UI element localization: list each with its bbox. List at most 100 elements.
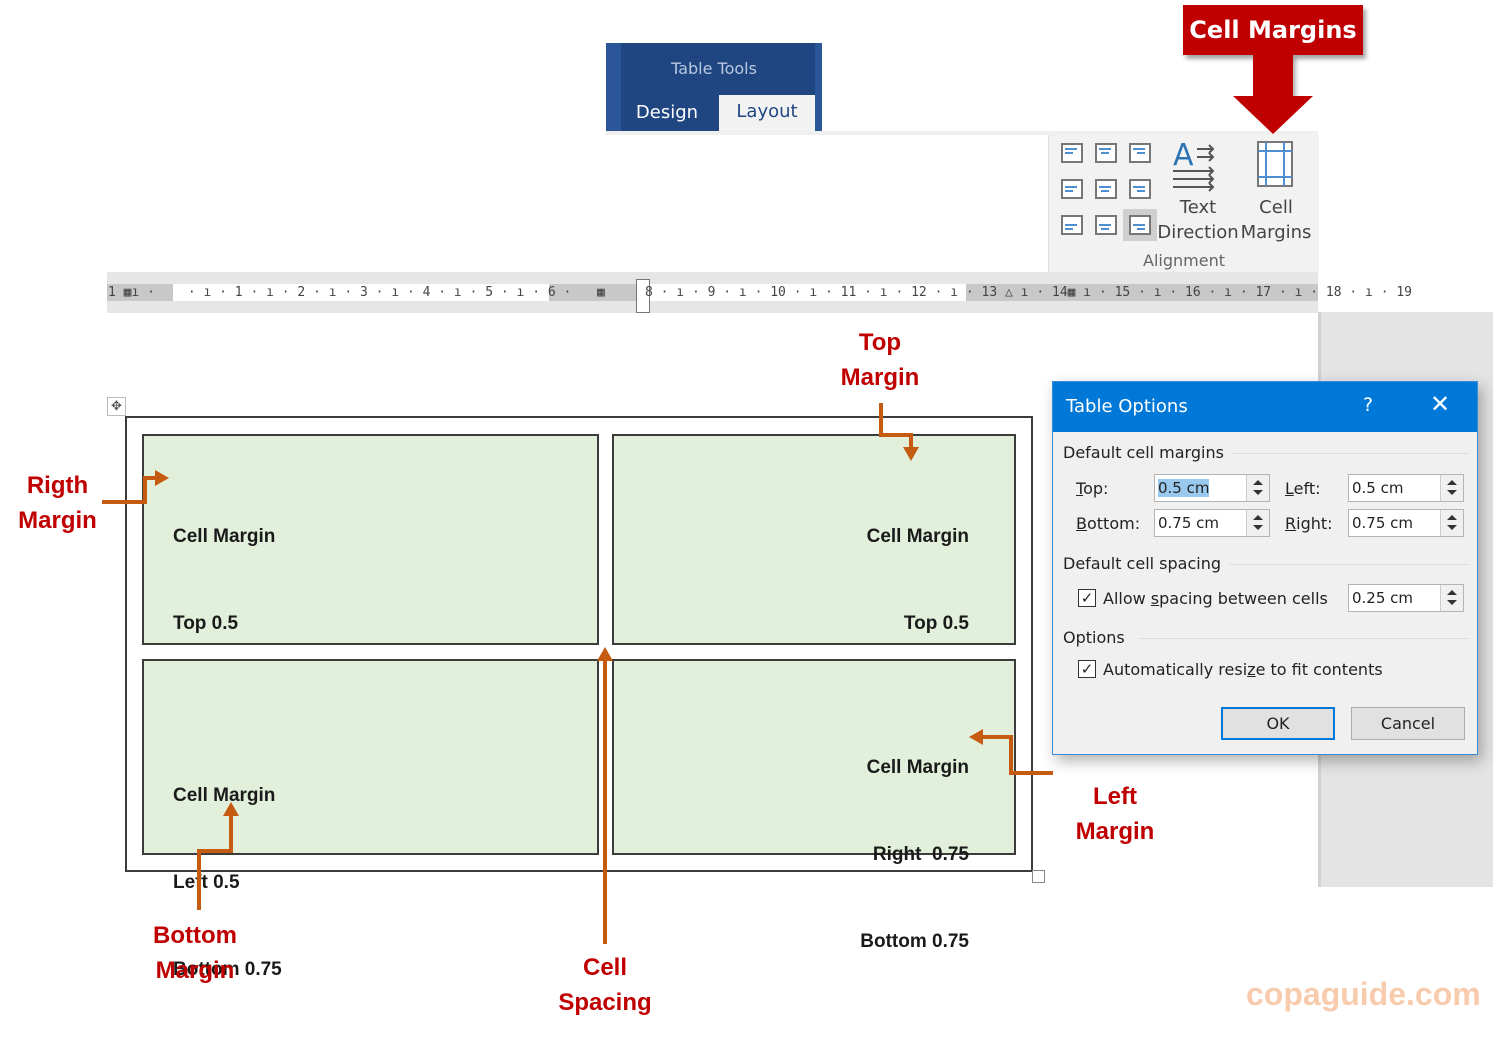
bottom-margin-input[interactable]: 0.75 cm <box>1154 509 1270 537</box>
close-icon[interactable]: ✕ <box>1430 390 1450 418</box>
auto-resize-checkbox[interactable]: ✓ <box>1078 660 1096 678</box>
align-bottom-center-button[interactable] <box>1093 213 1119 237</box>
cell-margins-button[interactable]: Cell Margins <box>1239 195 1313 245</box>
right-margin-annotation: Rigth Margin <box>10 468 105 538</box>
text-direction-label-1: Text <box>1179 197 1217 218</box>
right-margin-spinner[interactable] <box>1440 510 1463 536</box>
access-key: B <box>1076 514 1087 533</box>
arrow-segment <box>143 476 155 480</box>
cell-spacing-value: 0.25 cm <box>1352 589 1414 607</box>
access-key: T <box>1076 479 1084 498</box>
ruler-mid-text: ▦ <box>597 285 605 300</box>
align-center-left-button[interactable] <box>1059 177 1085 201</box>
divider <box>1231 453 1469 454</box>
arrow-segment <box>229 815 233 853</box>
align-center-button[interactable] <box>1093 177 1119 201</box>
arrow-right-icon <box>155 470 169 486</box>
label-text: e to fit contents <box>1255 660 1383 679</box>
align-bottom-right-button[interactable] <box>1123 209 1157 241</box>
table-cell[interactable]: Cell Margin Top 0.5 Right 0.75 <box>612 434 1016 721</box>
spin-up-icon[interactable] <box>1447 590 1457 595</box>
bottom-margin-annotation: Bottom Margin <box>140 918 250 988</box>
cancel-button[interactable]: Cancel <box>1351 707 1465 740</box>
top-margin-spinner[interactable] <box>1246 475 1269 501</box>
callout-arrow-shaft <box>1253 55 1293 97</box>
left-label: Left: <box>1285 479 1321 498</box>
help-button[interactable]: ? <box>1363 394 1373 416</box>
cell-line: Left 0.5 <box>173 872 240 893</box>
allow-spacing-checkbox[interactable]: ✓ <box>1078 589 1096 607</box>
ok-button[interactable]: OK <box>1221 707 1335 740</box>
access-key: L <box>1285 479 1294 498</box>
annotation-line: Spacing <box>558 989 652 1016</box>
text-direction-label-2: Direction <box>1157 222 1239 243</box>
arrow-up-icon <box>223 802 239 816</box>
cell-margins-icon <box>1257 141 1293 189</box>
arrow-segment <box>909 433 913 447</box>
allow-spacing-label[interactable]: Allow spacing between cells <box>1103 589 1328 608</box>
left-margin-annotation: Left Margin <box>1065 779 1165 849</box>
spin-down-icon[interactable] <box>1253 490 1263 495</box>
align-top-left-button[interactable] <box>1059 141 1085 165</box>
top-label: Top: <box>1076 479 1108 498</box>
left-margin-input[interactable]: 0.5 cm <box>1348 474 1464 502</box>
ruler-main-text: · ı · 1 · ı · 2 · ı · 3 · ı · 4 · ı · 5 … <box>180 285 572 300</box>
spin-down-icon[interactable] <box>1447 490 1457 495</box>
cell-text: Cell Margin Right 0.75 Bottom 0.75 <box>860 695 969 1014</box>
arrow-up-icon <box>597 647 613 661</box>
table: Cell Margin Top 0.5 Left 0.5 Cell Margin… <box>125 416 1033 980</box>
svg-text:A: A <box>1173 138 1194 173</box>
tab-layout[interactable]: Layout <box>719 95 815 131</box>
cell-spacing-input[interactable]: 0.25 cm <box>1348 584 1464 612</box>
table-cell[interactable]: Cell Margin Top 0.5 Left 0.5 <box>142 434 599 721</box>
spin-down-icon[interactable] <box>1253 525 1263 530</box>
top-margin-input[interactable]: 0.5 cm <box>1154 474 1270 502</box>
spin-down-icon[interactable] <box>1447 525 1457 530</box>
align-top-right-button[interactable] <box>1127 141 1153 165</box>
bottom-margin-value: 0.75 cm <box>1158 514 1220 532</box>
cell-margins-callout: Cell Margins <box>1183 5 1363 55</box>
top-margin-value: 0.5 cm <box>1158 479 1210 497</box>
cell-spacing-spinner[interactable] <box>1440 585 1463 611</box>
spin-up-icon[interactable] <box>1253 515 1263 520</box>
spin-up-icon[interactable] <box>1447 515 1457 520</box>
label-text: Allow <box>1103 589 1151 608</box>
text-direction-button[interactable]: Text Direction <box>1155 195 1241 245</box>
spin-up-icon[interactable] <box>1253 480 1263 485</box>
arrow-segment <box>879 403 883 437</box>
arrow-segment <box>603 660 607 944</box>
label-text: Automatically resi <box>1103 660 1248 679</box>
right-margin-input[interactable]: 0.75 cm <box>1348 509 1464 537</box>
table-cell[interactable]: Cell Margin Left 0.5 Bottom 0.75 <box>142 659 599 980</box>
annotation-line: Left <box>1093 783 1137 810</box>
annotation-line: Margin <box>18 507 97 534</box>
left-margin-value: 0.5 cm <box>1352 479 1404 497</box>
cell-line: Cell Margin <box>866 757 969 778</box>
access-key: R <box>1285 514 1297 533</box>
divider <box>1139 638 1469 639</box>
annotation-line: Margin <box>840 364 920 391</box>
dialog-title-bar[interactable]: Table Options ? ✕ <box>1053 382 1477 432</box>
align-center-right-button[interactable] <box>1127 177 1153 201</box>
align-bottom-left-button[interactable] <box>1059 213 1085 237</box>
cell-line: Top 0.5 <box>903 613 969 634</box>
tab-design[interactable]: Design <box>624 100 710 131</box>
table-resize-handle[interactable] <box>1032 870 1045 883</box>
table-cell[interactable]: Cell Margin Right 0.75 Bottom 0.75 <box>612 659 1016 952</box>
table-move-handle-icon[interactable]: ✥ <box>107 397 126 416</box>
left-margin-spinner[interactable] <box>1440 475 1463 501</box>
right-label: Right: <box>1285 514 1333 533</box>
align-top-center-button[interactable] <box>1093 141 1119 165</box>
spin-up-icon[interactable] <box>1447 480 1457 485</box>
cell-spacing-annotation: Cell Spacing <box>550 950 660 1020</box>
auto-resize-label[interactable]: Automatically resize to fit contents <box>1103 660 1383 679</box>
annotation-line: Rigth <box>26 472 89 499</box>
bottom-margin-spinner[interactable] <box>1246 510 1269 536</box>
spin-down-icon[interactable] <box>1447 600 1457 605</box>
cell-margins-label-2: Margins <box>1240 222 1312 243</box>
cell-line: Cell Margin <box>866 526 969 547</box>
cell-text: Cell Margin Left 0.5 Bottom 0.75 <box>173 723 282 1042</box>
arrow-segment <box>143 476 147 504</box>
table-tools-label: Table Tools <box>671 59 757 78</box>
access-key: s <box>1150 589 1160 608</box>
